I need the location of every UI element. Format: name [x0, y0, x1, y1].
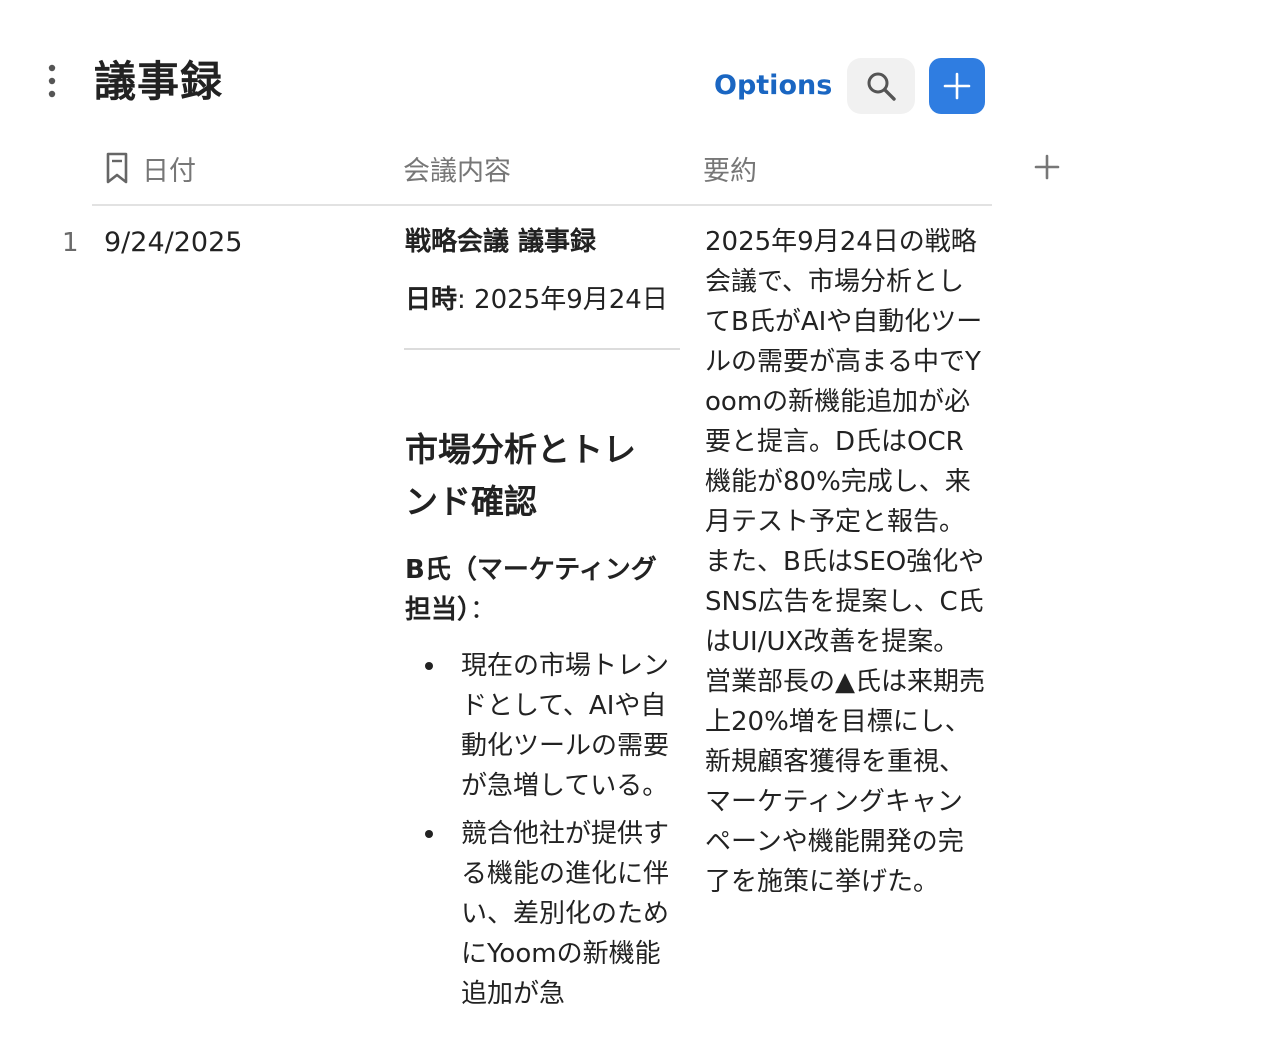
- kebab-menu-icon[interactable]: [44, 64, 60, 98]
- page: 議事録 Options 日付 会議内容 要約 1 9/24/2025 戦略会議 …: [0, 0, 1288, 1042]
- list-item: 競合他社が提供する機能の進化に伴い、差別化のためにYoomの新機能追加が急: [405, 814, 681, 1014]
- meeting-date-value: : 2025年9月24日: [457, 285, 668, 315]
- bookmark-icon: [106, 152, 128, 184]
- speaker-line: B氏（マーケティング担当）：: [405, 550, 681, 630]
- meeting-title: 戦略会議 議事録: [405, 227, 597, 257]
- column-header-date[interactable]: 日付: [104, 146, 196, 190]
- add-column-button[interactable]: [1030, 150, 1064, 184]
- speaker-name: B氏（マーケティング担当）: [405, 555, 657, 625]
- list-item: 現在の市場トレンドとして、AIや自動化ツールの需要が急増している。: [405, 646, 681, 806]
- column-header-content[interactable]: 会議内容: [403, 146, 511, 190]
- list-item-text: 現在の市場トレンドとして、AIや自動化ツールの需要が急増している。: [461, 651, 670, 801]
- plus-icon: [1034, 154, 1060, 180]
- bullet-list: 現在の市場トレンドとして、AIや自動化ツールの需要が急増している。 競合他社が提…: [405, 646, 681, 1014]
- search-button[interactable]: [847, 58, 915, 114]
- row-content-cell[interactable]: 戦略会議 議事録 日時: 2025年9月24日 市場分析とトレンド確認 B氏（マ…: [404, 224, 681, 1022]
- search-icon: [867, 72, 896, 101]
- meeting-date: 日時: 2025年9月24日: [405, 282, 681, 318]
- options-button[interactable]: Options: [706, 60, 840, 112]
- plus-icon: [943, 72, 971, 100]
- meeting-date-label: 日時: [405, 285, 458, 315]
- content-divider: [404, 348, 680, 350]
- column-header-summary[interactable]: 要約: [703, 146, 757, 190]
- column-header-date-label: 日付: [142, 155, 196, 187]
- add-record-button[interactable]: [929, 58, 985, 114]
- section-heading: 市場分析とトレンド確認: [405, 430, 636, 521]
- column-header-summary-label: 要約: [703, 155, 757, 187]
- bullet-dot: [425, 662, 433, 670]
- row-summary-cell[interactable]: 2025年9月24日の戦略会議で、市場分析としてB氏がAIや自動化ツールの需要が…: [705, 222, 985, 902]
- list-item-text: 競合他社が提供する機能の進化に伴い、差別化のためにYoomの新機能追加が急: [461, 819, 670, 1009]
- bullet-dot: [425, 830, 433, 838]
- speaker-suffix: ：: [470, 595, 497, 625]
- row-date-cell[interactable]: 9/24/2025: [104, 226, 242, 260]
- header-divider: [92, 204, 992, 206]
- row-number: 1: [62, 228, 79, 258]
- column-header-content-label: 会議内容: [403, 155, 511, 187]
- page-title: 議事録: [94, 57, 224, 106]
